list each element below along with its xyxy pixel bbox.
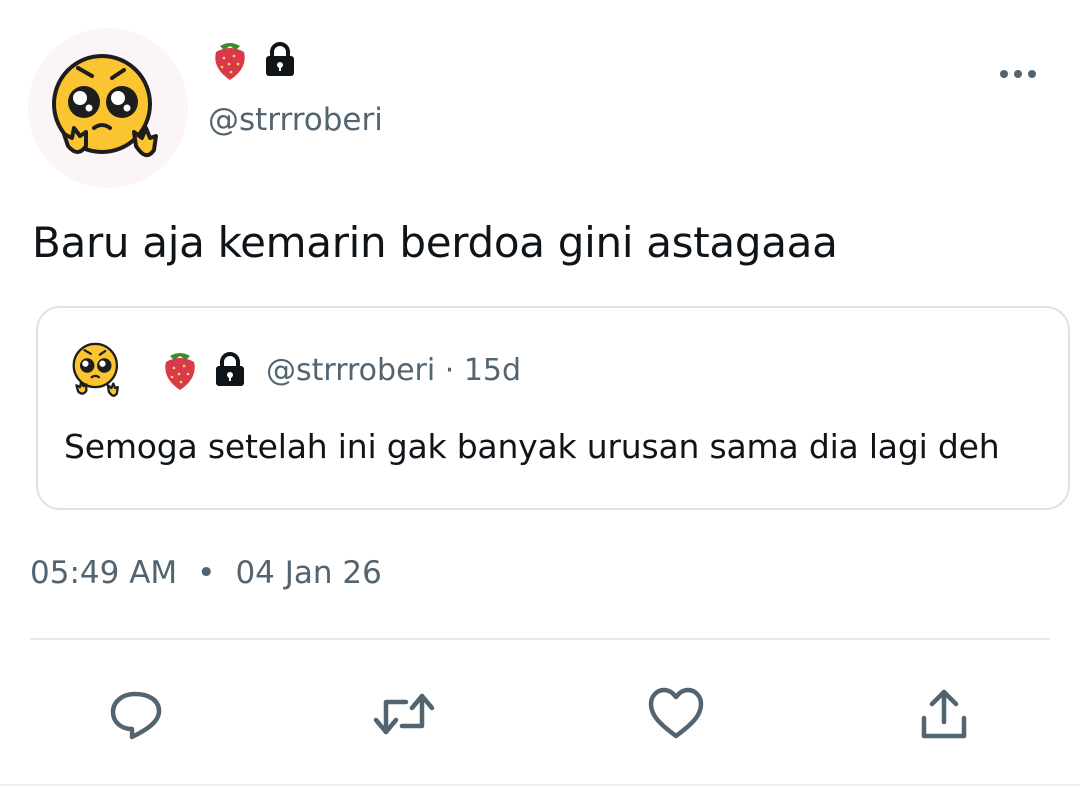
pleading-emoji-avatar <box>72 342 119 397</box>
tweet-time: 05:49 AM <box>30 555 178 591</box>
retweet-button[interactable] <box>372 682 436 746</box>
quoted-tweet-card[interactable] <box>36 306 1070 510</box>
meta-separator: • <box>197 555 216 591</box>
tweet-text: Baru aja kemarin berdoa gini astagaaa <box>32 218 838 267</box>
quoted-age: 15d <box>463 352 522 388</box>
more-options-icon <box>1000 70 1036 78</box>
like-button[interactable] <box>644 682 708 746</box>
lock-icon <box>266 42 294 76</box>
reply-icon <box>110 691 162 740</box>
retweet-icon <box>373 693 435 735</box>
author-handle[interactable]: @strrroberi <box>208 100 383 140</box>
tweet-date: 04 Jan 26 <box>235 555 382 591</box>
more-options-button[interactable] <box>996 54 1040 94</box>
share-button[interactable] <box>912 682 976 746</box>
quoted-author-row: @strrroberi · 15d <box>160 346 521 394</box>
quoted-tweet-text: Semoga setelah ini gak banyak urusan sam… <box>64 427 1000 466</box>
quoted-separator: · <box>435 352 464 388</box>
divider <box>30 638 1050 640</box>
heart-icon <box>648 687 704 739</box>
quoted-handle-line: @strrroberi · 15d <box>266 353 521 388</box>
avatar[interactable] <box>28 28 188 188</box>
lock-icon <box>216 352 244 386</box>
quoted-avatar <box>62 334 134 406</box>
author-name[interactable] <box>210 38 300 82</box>
pleading-emoji-avatar <box>52 54 158 158</box>
strawberry-icon <box>215 43 245 80</box>
tweet-meta: 05:49 AM • 04 Jan 26 <box>30 552 382 594</box>
reply-button[interactable] <box>104 682 168 746</box>
bottom-divider <box>0 784 1080 786</box>
strawberry-icon <box>165 353 195 390</box>
quoted-handle: @strrroberi <box>266 352 436 388</box>
share-icon <box>921 689 967 739</box>
